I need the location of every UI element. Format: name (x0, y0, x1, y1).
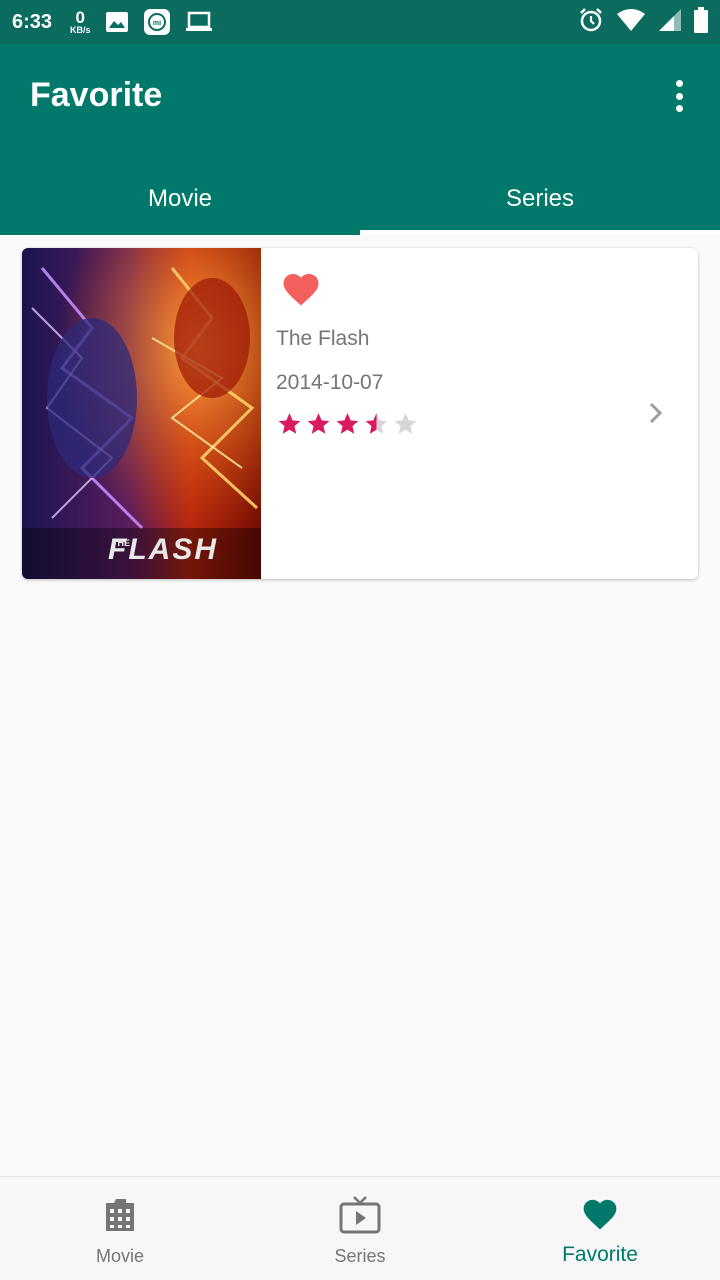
star-icon (278, 413, 301, 434)
nav-item-favorite[interactable]: Favorite (480, 1177, 720, 1280)
more-vert-icon[interactable] (668, 80, 690, 112)
star-icon (307, 413, 330, 434)
poster-image: THE FLASH (22, 248, 261, 579)
chevron-right-icon[interactable] (646, 400, 666, 426)
show-title: The Flash (276, 327, 370, 350)
alarm-icon (578, 7, 604, 38)
star-half-icon (365, 413, 388, 434)
nav-item-series[interactable]: Series (240, 1177, 480, 1280)
status-time: 6:33 (12, 10, 53, 33)
status-bar: 6:33 0 KB/s mi (0, 0, 720, 44)
tab-movie[interactable]: Movie (0, 162, 360, 235)
wifi-icon (616, 8, 646, 37)
nav-item-movie[interactable]: Movie (0, 1177, 240, 1280)
tab-bar: Movie Series (0, 162, 720, 235)
laptop-icon (185, 11, 213, 33)
star-empty-icon (394, 413, 417, 434)
rating-stars (276, 411, 419, 437)
tab-series[interactable]: Series (360, 162, 720, 235)
tv-icon (338, 1195, 382, 1240)
signal-icon (658, 8, 682, 37)
poster-logo-text: FLASH (108, 533, 218, 566)
movie-icon (100, 1195, 140, 1240)
favorite-card[interactable]: THE FLASH The Flash 2014-10-07 (22, 248, 698, 579)
mi-app-icon: mi (143, 8, 171, 36)
heart-icon (580, 1195, 620, 1236)
net-speed: 0 KB/s (70, 9, 91, 35)
heart-icon[interactable] (280, 268, 322, 308)
svg-text:mi: mi (152, 20, 160, 27)
star-icon (336, 413, 359, 434)
nav-label-movie: Movie (95, 1246, 144, 1266)
page-title: Favorite (30, 76, 163, 114)
battery-icon (694, 6, 708, 38)
net-speed-unit: KB/s (70, 25, 91, 35)
app-bar: Favorite Movie Series (0, 44, 720, 235)
image-icon (105, 11, 129, 33)
net-speed-value: 0 (75, 8, 86, 27)
bottom-navigation: Movie Series Favorite (0, 1176, 720, 1280)
nav-label-series: Series (334, 1246, 386, 1266)
favorites-list: THE FLASH The Flash 2014-10-07 (0, 235, 720, 1176)
show-date: 2014-10-07 (276, 371, 384, 394)
nav-label-favorite: Favorite (562, 1243, 638, 1266)
